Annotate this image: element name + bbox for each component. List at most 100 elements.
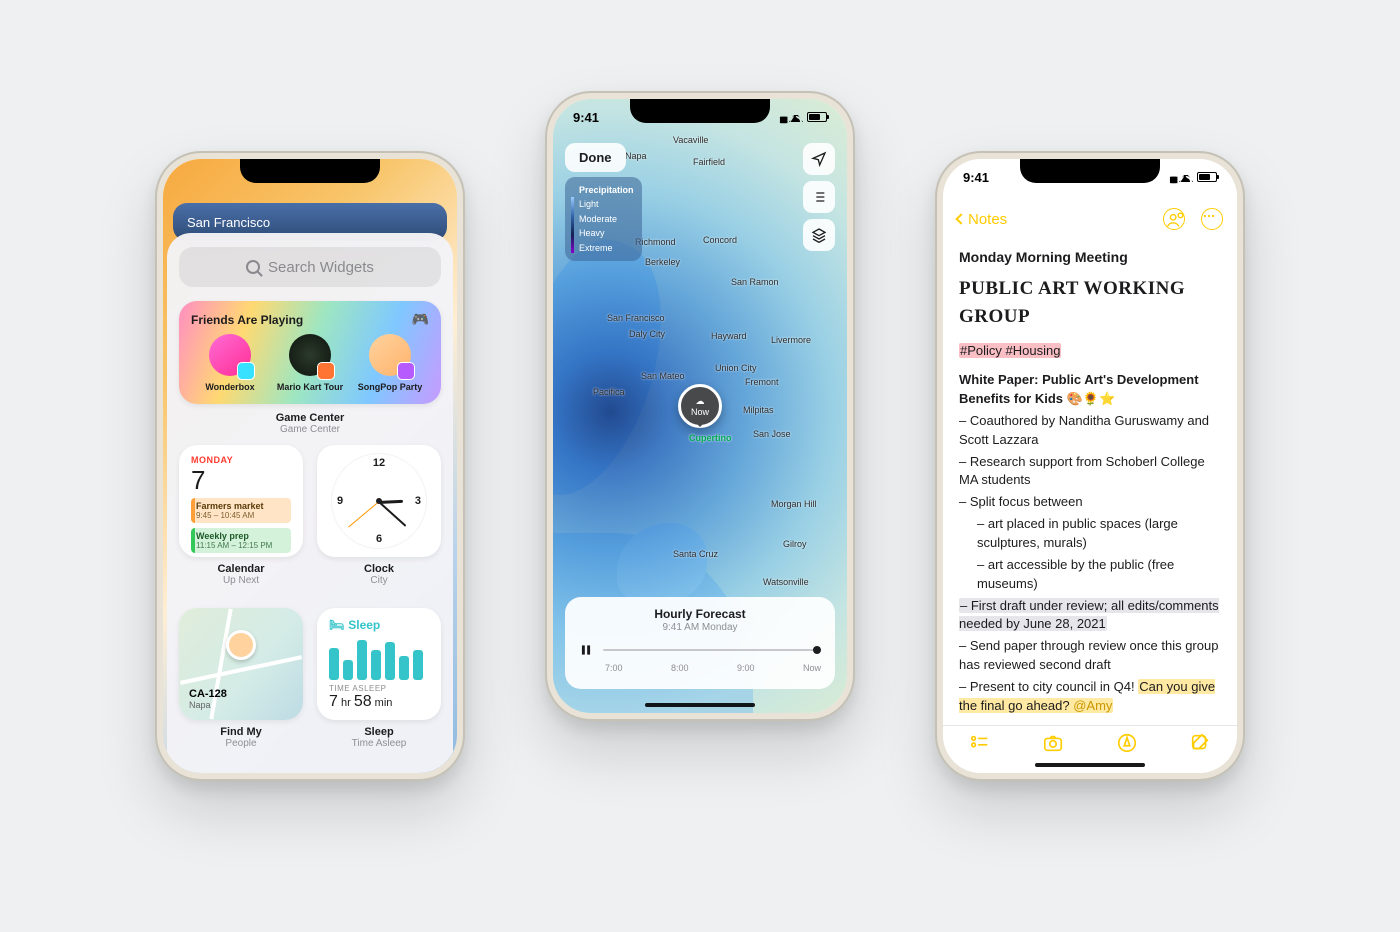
friend-mariokart[interactable]: Mario Kart Tour [271, 334, 349, 392]
back-button[interactable]: Notes [957, 211, 1007, 228]
person-badge-icon [1164, 209, 1186, 231]
phone-weather-map: 9:41 VacavilleNapaFairfieldRichmondConco… [545, 91, 855, 721]
clock-label: Clock City [317, 563, 441, 586]
city-label: San Francisco [607, 313, 665, 323]
city-label: Santa Cruz [673, 549, 718, 559]
sleep-bars [329, 640, 429, 680]
city-label: Morgan Hill [771, 499, 817, 509]
pin-city-label: Cupertino [689, 433, 732, 443]
checklist-icon [969, 732, 991, 754]
camera-button[interactable] [1041, 731, 1065, 755]
clock-face: 12 3 6 9 [331, 453, 427, 549]
cloud-rain-icon: ☁ [696, 396, 705, 407]
city-label: Napa [625, 151, 647, 161]
calendar-label: Calendar Up Next [179, 563, 303, 586]
precipitation-legend: Precipitation Light Moderate Heavy Extre… [565, 177, 642, 261]
calendar-event-2: Weekly prep 11:15 AM – 12:15 PM [191, 528, 291, 553]
game-center-icon: 🎮 [412, 311, 429, 328]
wifi-icon [789, 112, 803, 122]
timeline-ticks: 7:00 8:00 9:00 Now [579, 663, 821, 673]
list-button[interactable] [803, 181, 835, 213]
city-label: San Mateo [641, 371, 685, 381]
status-time: 9:41 [963, 170, 989, 185]
city-label: Union City [715, 363, 757, 373]
search-icon [246, 260, 260, 274]
weather-city: San Francisco [187, 215, 270, 230]
phone-widgets: San Francisco Search Widgets Friends Are… [155, 151, 465, 781]
sleep-metric: 7 hr 58 min [329, 693, 429, 711]
notch [630, 99, 770, 123]
notch [1020, 159, 1160, 183]
city-label: San Ramon [731, 277, 779, 287]
home-indicator[interactable] [645, 703, 755, 707]
gc-title: Friends Are Playing [191, 313, 303, 327]
more-button[interactable] [1201, 208, 1223, 230]
phone-notes: 9:41 Notes [935, 151, 1245, 781]
city-label: Milpitas [743, 405, 774, 415]
location-arrow-icon [811, 151, 827, 167]
calendar-event-1: Farmers market 9:45 – 10:45 AM [191, 498, 291, 523]
city-label: Hayward [711, 331, 747, 341]
layers-button[interactable] [803, 219, 835, 251]
compose-button[interactable] [1188, 731, 1212, 755]
city-label: San Jose [753, 429, 791, 439]
pencil-tip-icon [1116, 732, 1138, 754]
notes-nav-bar: Notes [943, 199, 1237, 239]
list-icon [811, 189, 827, 205]
pause-button[interactable] [579, 643, 593, 657]
notch [240, 159, 380, 183]
search-widgets-field[interactable]: Search Widgets [179, 247, 441, 287]
collaborate-button[interactable] [1163, 208, 1185, 230]
calendar-widget[interactable]: MONDAY 7 Farmers market 9:45 – 10:45 AM … [179, 445, 303, 557]
city-label: Livermore [771, 335, 811, 345]
city-label: Gilroy [783, 539, 807, 549]
now-pin[interactable]: ☁ Now [678, 384, 722, 428]
ellipsis-icon [1202, 209, 1216, 223]
hashtags: #Policy #Housing [959, 343, 1061, 358]
status-time: 9:41 [573, 110, 599, 125]
signal-icon [1169, 170, 1175, 185]
checklist-button[interactable] [968, 731, 992, 755]
city-label: Fremont [745, 377, 779, 387]
battery-icon [807, 112, 827, 122]
widgets-sheet: Search Widgets Friends Are Playing 🎮 Won… [167, 233, 453, 773]
forecast-card[interactable]: Hourly Forecast 9:41 AM Monday 7:00 8:00… [565, 597, 835, 689]
city-label: Vacaville [673, 135, 708, 145]
note-title: Public Art Working Group [959, 275, 1221, 330]
home-indicator[interactable] [1035, 763, 1145, 767]
findmy-label: Find My People [179, 726, 303, 749]
wifi-icon [1179, 172, 1193, 182]
location-button[interactable] [803, 143, 835, 175]
signal-icon [779, 110, 785, 125]
findmy-widget[interactable]: CA-128 Napa [179, 608, 303, 720]
camera-icon [1041, 732, 1065, 754]
city-label: Pacifica [593, 387, 625, 397]
compose-icon [1189, 732, 1211, 754]
gc-widget-label: Game Center Game Center [179, 412, 441, 435]
weather-map[interactable]: VacavilleNapaFairfieldRichmondConcordBer… [553, 99, 847, 713]
person-pin [226, 630, 256, 660]
mention[interactable]: @Amy [1073, 698, 1112, 713]
layers-icon [811, 227, 827, 243]
sleep-widget[interactable]: 🛏Sleep TIME ASLEEP 7 hr 58 min [317, 608, 441, 720]
pause-icon [579, 643, 593, 657]
chevron-left-icon [955, 213, 966, 224]
city-label: Berkeley [645, 257, 680, 267]
forecast-timeline[interactable] [603, 649, 821, 651]
done-button[interactable]: Done [565, 143, 626, 172]
bed-icon: 🛏 [329, 618, 344, 632]
markup-button[interactable] [1115, 731, 1139, 755]
city-label: Watsonville [763, 577, 809, 587]
note-body[interactable]: Monday Morning Meeting Public Art Workin… [943, 239, 1237, 725]
sleep-label: Sleep Time Asleep [317, 726, 441, 749]
clock-widget[interactable]: 12 3 6 9 [317, 445, 441, 557]
note-subtitle: Monday Morning Meeting [959, 247, 1221, 267]
section-heading: White Paper: Public Art's Development Be… [959, 371, 1221, 409]
city-label: Daly City [629, 329, 665, 339]
game-center-widget[interactable]: Friends Are Playing 🎮 Wonderbox Mario Ka… [179, 301, 441, 404]
city-label: Concord [703, 235, 737, 245]
city-label: Fairfield [693, 157, 725, 167]
friend-songpop[interactable]: SongPop Party [351, 334, 429, 392]
friend-wonderbox[interactable]: Wonderbox [191, 334, 269, 392]
battery-icon [1197, 172, 1217, 182]
